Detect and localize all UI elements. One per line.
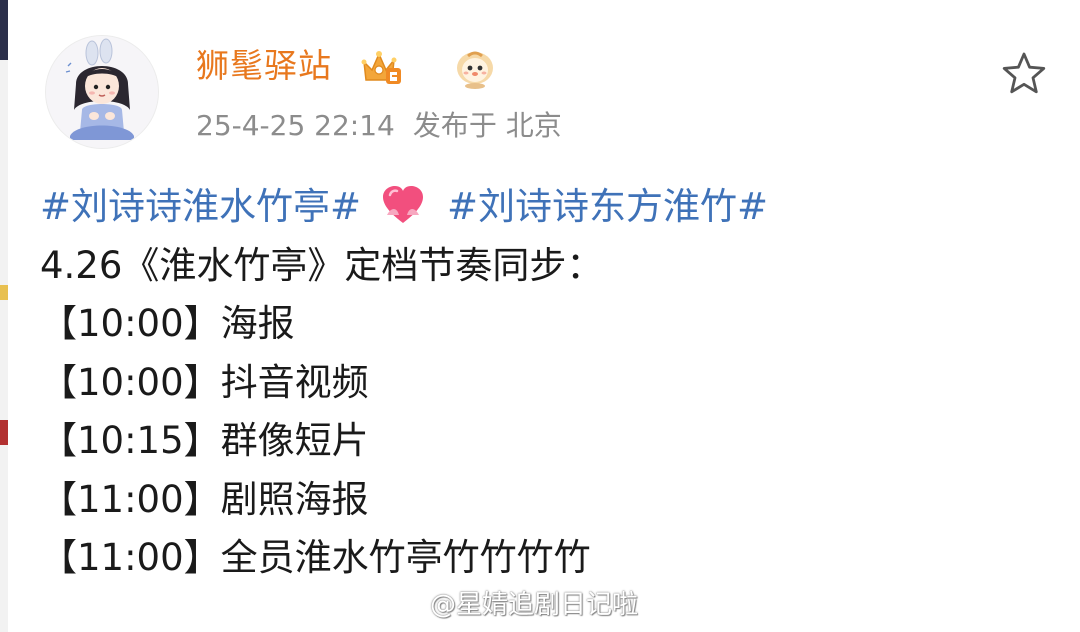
post-location: 发布于 北京 — [412, 109, 562, 142]
lion-mascot-icon[interactable] — [452, 48, 498, 90]
hashtag-link[interactable]: #刘诗诗淮水竹亭# — [40, 185, 361, 228]
background-app-edge — [0, 0, 8, 632]
post-meta: 25-4-25 22:14 发布于 北京 — [196, 108, 562, 144]
schedule-item: 【10:15】群像短片 — [40, 419, 369, 462]
schedule-item: 【11:00】全员淮水竹亭竹竹竹竹 — [40, 536, 591, 579]
post-time: 25-4-25 22:14 — [196, 109, 395, 142]
hashtag-link[interactable]: #刘诗诗东方淮竹# — [447, 185, 768, 228]
schedule-item: 【10:00】抖音视频 — [40, 360, 369, 404]
post-content: #刘诗诗淮水竹亭# #刘诗诗东方淮竹# 4.26《淮水竹亭》定档节奏同步： 【1… — [40, 178, 1040, 588]
weibo-post-screen: 狮髦驿站 25-4-25 22:14 发布于 北京 #刘诗诗淮水竹亭# #刘诗诗… — [0, 0, 1080, 632]
schedule-item: 【10:00】海报 — [40, 302, 295, 345]
star-outline-icon[interactable] — [1000, 50, 1048, 98]
source-watermark: @星婧追剧日记啦 — [430, 590, 639, 620]
hashtag-line: #刘诗诗淮水竹亭# #刘诗诗东方淮竹# — [40, 178, 1040, 237]
schedule-item: 【11:00】剧照海报 — [40, 477, 369, 521]
heart-emoji-icon — [381, 184, 425, 224]
author-name[interactable]: 狮髦驿站 — [196, 46, 332, 86]
author-avatar[interactable] — [45, 35, 159, 149]
crown-vip-icon[interactable] — [360, 48, 402, 88]
post-text-line: 4.26《淮水竹亭》定档节奏同步： — [40, 243, 604, 287]
